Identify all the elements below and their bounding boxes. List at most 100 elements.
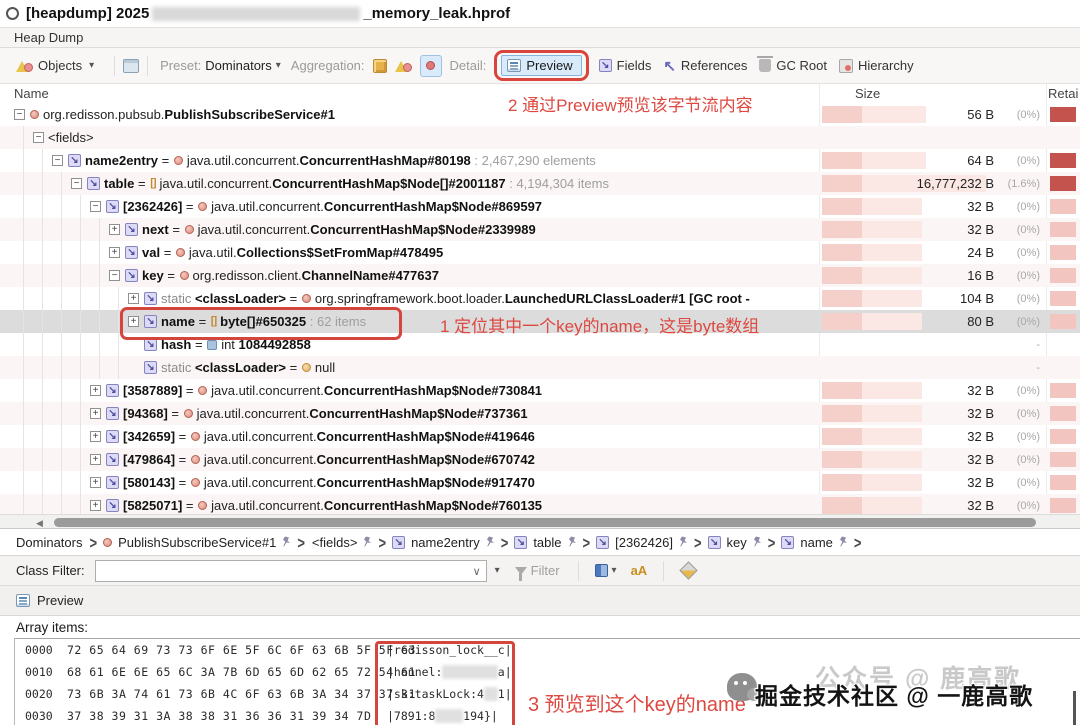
tree-row[interactable]: + ↘ [3587889] = java.util.concurrent. Concu… (0, 379, 1080, 402)
breadcrumb-item[interactable]: ↘ table (513, 535, 563, 550)
class-filter-input[interactable]: ∨ (94, 559, 487, 582)
field-icon: ↘ (144, 361, 157, 374)
chevron-down-icon[interactable]: ▾ (276, 60, 281, 71)
size-cell: 16 B (0%) (820, 264, 1046, 287)
breadcrumb-item[interactable]: PublishSubscribeService#1 (102, 535, 278, 550)
annotation-step3: 3 预览到这个key的name (528, 694, 746, 716)
instance-icon (183, 409, 193, 418)
tree-node-name: + ↘ [3587889] = java.util.concurrent. Concu… (0, 379, 820, 402)
breadcrumb-item[interactable]: ↘ [2362426] (595, 535, 675, 550)
view-settings-icon[interactable] (123, 58, 140, 73)
expand-toggle-icon[interactable]: + (128, 293, 139, 304)
chevron-down-icon[interactable]: ▾ (612, 565, 617, 576)
funnel-icon[interactable] (514, 566, 527, 581)
combo-chevron-icon[interactable]: ∨ (473, 565, 481, 578)
column-header-size[interactable]: Size (855, 86, 880, 101)
annotation-redbox-preview: Preview (494, 50, 589, 81)
pin-icon[interactable] (281, 535, 292, 550)
tree-row[interactable]: − ↘ table = [] java.util.concurrent. Concurr… (0, 172, 1080, 195)
column-header-retained[interactable]: Retai (1048, 86, 1078, 101)
field-icon: ↘ (106, 476, 119, 489)
breadcrumb-item[interactable]: ↘ name2entry (391, 535, 482, 550)
filter-button[interactable]: Filter (531, 563, 560, 578)
collapse-toggle-icon[interactable]: − (90, 201, 101, 212)
pin-icon[interactable] (678, 535, 689, 550)
breadcrumb-item[interactable]: Dominators (14, 535, 84, 550)
collapse-toggle-icon[interactable]: − (109, 270, 120, 281)
objects-icon (16, 58, 33, 73)
aggregation-grid-icon[interactable] (372, 58, 387, 73)
detail-fields-button[interactable]: ↘ Fields (598, 58, 651, 73)
expand-toggle-icon[interactable]: + (128, 316, 139, 327)
pin-icon[interactable] (838, 535, 849, 550)
tab-heap-dump[interactable]: Heap Dump (14, 30, 83, 45)
tree-row[interactable]: + ↘ [5825071] = java.util.concurrent. Concu… (0, 494, 1080, 514)
instance-icon (190, 432, 200, 441)
expand-toggle-icon[interactable]: + (90, 454, 101, 465)
detail-gc-root-button[interactable]: GC Root (757, 56, 827, 73)
tree-row[interactable]: + ↘ [580143] = java.util.concurrent. Concur… (0, 471, 1080, 494)
collapse-toggle-icon[interactable]: − (33, 132, 44, 143)
objects-button[interactable]: Objects ▾ (16, 58, 100, 73)
instance-dot-icon (426, 61, 436, 70)
expand-toggle-icon[interactable]: + (109, 247, 120, 258)
expand-toggle-icon[interactable]: + (90, 385, 101, 396)
field-icon: ↘ (392, 535, 406, 549)
match-case-icon[interactable]: aA (631, 563, 648, 578)
hex-bytes: 72 65 64 69 73 73 6F 6E 5F 6C 6F 63 6B 5… (67, 643, 416, 657)
toolbar-separator (663, 560, 665, 581)
pin-icon[interactable] (362, 535, 373, 550)
tree-row[interactable]: + ↘ [479864] = java.util.concurrent. Concur… (0, 448, 1080, 471)
vertical-scrollbar-thumb[interactable] (1073, 691, 1076, 725)
breadcrumb-item[interactable]: ↘ key (707, 535, 749, 550)
field-icon: ↘ (781, 535, 795, 549)
shapes-icon[interactable] (679, 561, 698, 580)
pin-icon[interactable] (485, 535, 496, 550)
collapse-toggle-icon[interactable]: − (14, 109, 25, 120)
tree-row[interactable]: + ↘ val = java.util. Collections$SetFromMap… (0, 241, 1080, 264)
aggregation-shapes-icon[interactable] (394, 58, 412, 73)
detail-references-button[interactable]: ↖ References (663, 57, 747, 75)
retained-bar (1050, 176, 1076, 191)
pin-icon[interactable] (752, 535, 763, 550)
tree-row[interactable]: + ↘ [342659] = java.util.concurrent. Concur… (0, 425, 1080, 448)
size-cell: 32 B (0%) (820, 471, 1046, 494)
tree-row[interactable]: ↘ static <classLoader> = null - (0, 356, 1080, 379)
tree-row[interactable]: + ↘ [94368] = java.util.concurrent. Concurr… (0, 402, 1080, 425)
expand-toggle-icon[interactable]: + (109, 224, 120, 235)
instance-icon (173, 156, 183, 165)
breadcrumb-item[interactable]: ↘ name (780, 535, 835, 550)
collapse-toggle-icon[interactable]: − (52, 155, 63, 166)
detail-preview-button[interactable]: Preview (501, 55, 582, 76)
field-icon: ↘ (68, 154, 81, 167)
tree-node-name: − ↘ [2362426] = java.util.concurrent. Concu… (0, 195, 820, 218)
preset-dropdown[interactable]: Dominators (205, 58, 271, 73)
annotation-step2: 2 通过Preview预览该字节流内容 (508, 96, 753, 115)
tree-row[interactable]: + ↘ next = java.util.concurrent. Concurrent… (0, 218, 1080, 241)
breadcrumb-item[interactable]: <fields> (310, 535, 360, 550)
size-percent: (0%) (1016, 224, 1040, 236)
pin-icon[interactable] (567, 535, 578, 550)
columns-icon[interactable] (594, 564, 608, 577)
size-cell: - (820, 333, 1046, 356)
aggregation-instances-button[interactable] (419, 54, 442, 77)
tree-row[interactable]: − <fields> (0, 126, 1080, 149)
expand-toggle-icon[interactable]: + (90, 500, 101, 511)
scroll-left-icon[interactable]: ◀ (36, 518, 43, 529)
filter-dropdown-button[interactable]: ▾ (490, 561, 505, 580)
expand-toggle-icon[interactable]: + (90, 431, 101, 442)
horizontal-scrollbar[interactable]: ◀ (0, 514, 1080, 529)
detail-hierarchy-button[interactable]: Hierarchy (838, 58, 914, 73)
scrollbar-thumb[interactable] (54, 518, 1036, 527)
aggregation-label: Aggregation: (290, 58, 365, 73)
size-cell: 80 B (0%) (820, 310, 1046, 333)
column-header-name[interactable]: Name (14, 86, 49, 101)
size-percent: (0%) (1016, 270, 1040, 282)
collapse-toggle-icon[interactable]: − (71, 178, 82, 189)
tree-row[interactable]: − ↘ key = org.redisson.client. ChannelName#… (0, 264, 1080, 287)
expand-toggle-icon[interactable]: + (90, 477, 101, 488)
preview-tab-header[interactable]: Preview (0, 586, 1080, 616)
tree-row[interactable]: − ↘ [2362426] = java.util.concurrent. Concu… (0, 195, 1080, 218)
expand-toggle-icon[interactable]: + (90, 408, 101, 419)
tree-row[interactable]: − ↘ name2entry = java.util.concurrent. Conc… (0, 149, 1080, 172)
